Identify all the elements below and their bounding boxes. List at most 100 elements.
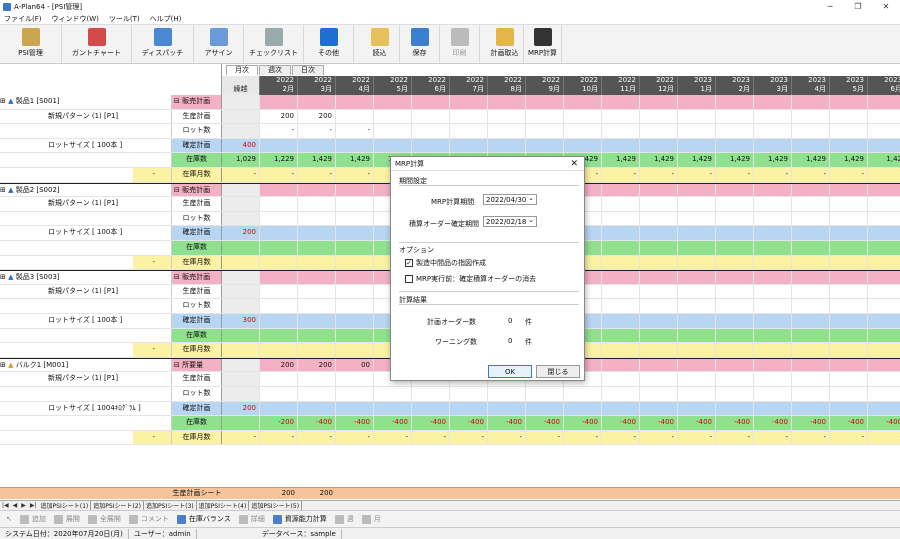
cell[interactable] xyxy=(640,138,678,153)
cell[interactable] xyxy=(792,343,830,357)
toolbar-button[interactable]: PSI管理 xyxy=(0,25,62,63)
option-clear-orders-checkbox[interactable]: MRP実行前：確定積算オーダーの消去 xyxy=(405,274,536,284)
cell[interactable]: - xyxy=(336,168,374,182)
cell[interactable] xyxy=(868,359,900,372)
cell[interactable] xyxy=(602,271,640,284)
cell[interactable] xyxy=(222,387,260,401)
cell[interactable] xyxy=(868,212,900,226)
cell[interactable] xyxy=(792,387,830,401)
cell[interactable] xyxy=(564,387,602,401)
collapse-icon[interactable]: ⊟ xyxy=(174,361,182,369)
cell[interactable] xyxy=(868,299,900,313)
cell[interactable] xyxy=(222,255,260,270)
cell[interactable] xyxy=(830,183,868,197)
cell[interactable]: -400 xyxy=(716,416,754,430)
cell[interactable] xyxy=(754,95,792,109)
cell[interactable] xyxy=(222,197,260,211)
confirm-period-select[interactable]: 2022/02/18 xyxy=(483,215,537,227)
cell[interactable]: -400 xyxy=(754,416,792,430)
cell[interactable] xyxy=(868,271,900,284)
toolbar-button[interactable]: 計画取込 xyxy=(486,25,524,63)
cell[interactable] xyxy=(716,95,754,109)
sheet-nav-first-icon[interactable]: |◀ xyxy=(0,502,11,509)
cell[interactable] xyxy=(792,284,830,299)
cell[interactable] xyxy=(792,328,830,343)
close-dialog-button[interactable]: 閉じる xyxy=(536,365,580,378)
cell[interactable] xyxy=(298,314,336,328)
cell[interactable] xyxy=(374,109,412,124)
cell[interactable]: 200 xyxy=(222,401,260,416)
cell[interactable] xyxy=(298,241,336,255)
cell[interactable] xyxy=(260,314,298,328)
cell[interactable] xyxy=(602,197,640,211)
cell[interactable] xyxy=(640,328,678,343)
sheet-tab[interactable]: 追加PSIシート(3) xyxy=(144,501,197,510)
cell[interactable] xyxy=(754,197,792,211)
cell[interactable]: 200 xyxy=(260,358,298,372)
collapse-icon[interactable]: ⊟ xyxy=(174,97,182,105)
cell[interactable] xyxy=(602,401,640,416)
cell[interactable] xyxy=(678,183,716,197)
cell[interactable]: 300 xyxy=(222,314,260,328)
toolbar-button[interactable]: 印刷 xyxy=(440,25,480,63)
cell[interactable]: -400 xyxy=(298,416,336,430)
cell[interactable] xyxy=(336,226,374,240)
cell[interactable] xyxy=(222,358,260,372)
cell[interactable]: 1,42 xyxy=(868,153,900,167)
cell[interactable] xyxy=(488,387,526,401)
cell[interactable] xyxy=(754,343,792,357)
cell[interactable] xyxy=(868,197,900,211)
cell[interactable] xyxy=(298,183,336,197)
cell[interactable]: - xyxy=(298,124,336,138)
cell[interactable] xyxy=(868,329,900,343)
cell[interactable] xyxy=(298,372,336,386)
cell[interactable] xyxy=(830,138,868,153)
cell[interactable] xyxy=(298,343,336,357)
cell[interactable]: -400 xyxy=(450,416,488,430)
cell[interactable] xyxy=(602,109,640,124)
cell[interactable] xyxy=(336,183,374,197)
cell[interactable] xyxy=(602,95,640,109)
toolbar-button[interactable]: MRP計算 xyxy=(524,25,562,63)
cell[interactable]: 1,429 xyxy=(754,153,792,167)
cell[interactable] xyxy=(336,343,374,357)
cell[interactable] xyxy=(830,358,868,372)
cell[interactable]: -400 xyxy=(488,416,526,430)
cell[interactable] xyxy=(716,314,754,328)
cell[interactable]: - xyxy=(336,430,374,445)
cell[interactable]: 1,029 xyxy=(222,153,260,167)
cell[interactable] xyxy=(336,314,374,328)
cell[interactable] xyxy=(336,211,374,226)
cell[interactable] xyxy=(298,328,336,343)
cell[interactable]: -400 xyxy=(336,416,374,430)
cell[interactable] xyxy=(374,124,412,138)
cell[interactable]: - xyxy=(298,168,336,182)
cell[interactable] xyxy=(678,226,716,240)
cell[interactable] xyxy=(830,124,868,138)
cell[interactable] xyxy=(602,255,640,270)
cell[interactable] xyxy=(830,197,868,211)
cell[interactable] xyxy=(298,138,336,153)
cell[interactable]: - xyxy=(412,430,450,445)
cell[interactable]: - xyxy=(602,168,640,182)
cell[interactable] xyxy=(792,197,830,211)
cell[interactable]: 200 xyxy=(298,358,336,372)
cell[interactable] xyxy=(298,401,336,416)
collapse-icon[interactable]: ⊟ xyxy=(174,186,182,194)
cell[interactable] xyxy=(640,211,678,226)
cell[interactable] xyxy=(412,387,450,401)
cell[interactable] xyxy=(488,95,526,109)
cell[interactable] xyxy=(602,372,640,386)
expand-icon[interactable]: ⊞ xyxy=(0,186,8,194)
cell[interactable] xyxy=(222,95,260,109)
cell[interactable] xyxy=(868,387,900,401)
toolbar-button[interactable]: その他 xyxy=(304,25,354,63)
cell[interactable] xyxy=(222,183,260,197)
menu-tools[interactable]: ツール(T) xyxy=(109,14,140,24)
cell[interactable] xyxy=(602,124,640,138)
cell[interactable] xyxy=(222,284,260,299)
cell[interactable] xyxy=(830,226,868,240)
toolbar-button[interactable]: チェックリスト xyxy=(244,25,304,63)
cell[interactable] xyxy=(792,211,830,226)
cell[interactable]: - xyxy=(488,430,526,445)
